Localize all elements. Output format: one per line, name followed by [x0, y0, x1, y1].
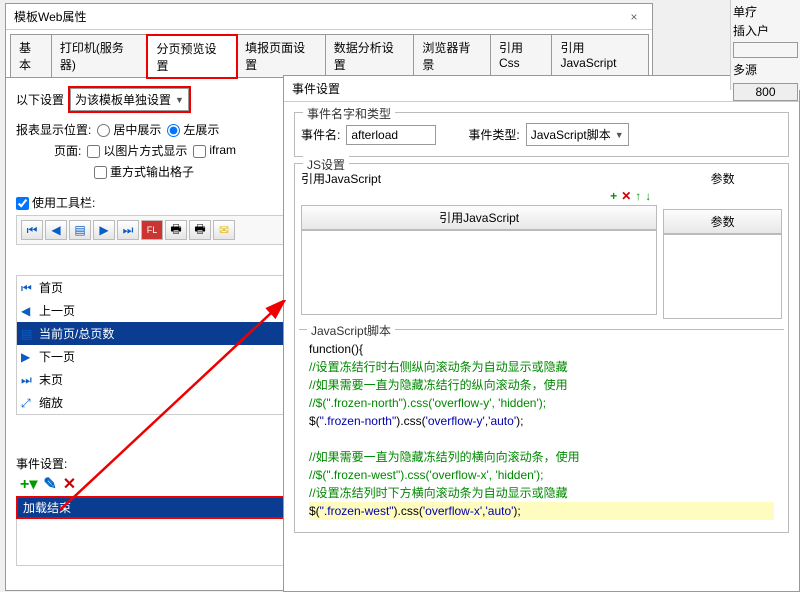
tab-data-analysis[interactable]: 数据分析设置 — [325, 34, 415, 77]
tool-flash-icon[interactable]: FL — [141, 220, 163, 240]
dropdown-value: 为该模板单独设置 — [75, 91, 171, 108]
close-icon[interactable]: × — [624, 10, 644, 24]
event-delete-icon[interactable]: ✕ — [63, 474, 76, 494]
side-panel: 单疗 插入户 多源 800 — [730, 0, 800, 90]
tab-js[interactable]: 引用JavaScript — [551, 34, 649, 77]
setting-dropdown[interactable]: 为该模板单独设置 ▼ — [70, 88, 189, 111]
dialog-title: 事件设置 — [292, 80, 340, 97]
code-editor[interactable]: function(){ //设置冻结行时右侧纵向滚动条为自动显示或隐藏 //如果… — [305, 336, 778, 524]
tab-page-preview[interactable]: 分页预览设置 — [147, 35, 237, 78]
event-add-icon[interactable]: +▾ — [20, 474, 37, 494]
event-type-dropdown[interactable]: JavaScript脚本 ▼ — [526, 123, 629, 146]
chk-image[interactable]: 以图片方式显示 — [87, 142, 187, 159]
arrow-up-icon[interactable]: ↑ — [635, 189, 641, 203]
chk-grid[interactable]: 重方式输出格子 — [94, 163, 194, 180]
tab-basic[interactable]: 基本 — [10, 34, 52, 77]
add-icon[interactable]: + — [610, 189, 617, 203]
event-name-label: 事件名: — [301, 126, 340, 143]
param-label: 参数 — [663, 170, 782, 187]
side-box — [733, 42, 798, 58]
ref-js-grid[interactable] — [301, 230, 657, 315]
arrow-down-icon[interactable]: ↓ — [645, 189, 651, 203]
remove-icon[interactable]: ✕ — [621, 189, 631, 203]
js-setting-fieldset: JS设置 引用JavaScript + ✕ ↑ ↓ 引用JavaScript 参… — [294, 163, 789, 533]
tool-print-icon[interactable]: 🖶 — [165, 220, 187, 240]
tab-browser-bg[interactable]: 浏览器背景 — [413, 34, 491, 77]
tool-print2-icon[interactable]: 🖶 — [189, 220, 211, 240]
tab-form-page[interactable]: 填报页面设置 — [236, 34, 326, 77]
titlebar: 模板Web属性 × — [6, 4, 652, 30]
ref-js-label: 引用JavaScript — [301, 170, 657, 187]
tool-first-icon[interactable]: ⏮ — [21, 220, 43, 240]
event-edit-icon[interactable]: ✎ — [43, 474, 56, 494]
event-setting-dialog: 事件设置 事件名字和类型 事件名: afterload 事件类型: JavaSc… — [283, 75, 800, 592]
event-type-label: 事件类型: — [468, 126, 519, 143]
tab-printer[interactable]: 打印机(服务器) — [51, 34, 149, 77]
radio-center[interactable]: 居中展示 — [97, 121, 161, 138]
chk-iframe[interactable]: ifram — [193, 143, 236, 157]
radio-left[interactable]: 左展示 — [167, 121, 219, 138]
report-pos-label: 报表显示位置: — [16, 121, 91, 138]
tool-page-icon[interactable]: ▤ — [69, 220, 91, 240]
name-type-fieldset: 事件名字和类型 事件名: afterload 事件类型: JavaScript脚… — [294, 112, 789, 157]
param-grid[interactable] — [663, 234, 782, 319]
ref-js-header: 引用JavaScript — [301, 205, 657, 230]
tool-next-icon[interactable]: ▶ — [93, 220, 115, 240]
side-num: 800 — [733, 83, 798, 101]
tool-mail-icon[interactable]: ✉ — [213, 220, 235, 240]
chevron-down-icon: ▼ — [175, 95, 184, 105]
dialog-title: 模板Web属性 — [14, 8, 86, 25]
legend: 事件名字和类型 — [303, 105, 395, 122]
chevron-down-icon: ▼ — [615, 130, 624, 140]
legend: JavaScript脚本 — [307, 322, 395, 339]
script-fieldset: JavaScript脚本 function(){ //设置冻结行时右侧纵向滚动条… — [299, 329, 784, 530]
legend: JS设置 — [303, 156, 349, 173]
tool-last-icon[interactable]: ⏭ — [117, 220, 139, 240]
tool-prev-icon[interactable]: ◀ — [45, 220, 67, 240]
chk-toolbar[interactable]: 使用工具栏: — [16, 194, 95, 211]
tab-css[interactable]: 引用Css — [490, 34, 552, 77]
tabs: 基本 打印机(服务器) 分页预览设置 填报页面设置 数据分析设置 浏览器背景 引… — [6, 30, 652, 78]
page-label: 页面: — [54, 142, 81, 159]
param-header: 参数 — [663, 209, 782, 234]
setting-label: 以下设置 — [16, 91, 64, 108]
event-name-input[interactable]: afterload — [346, 125, 436, 145]
titlebar: 事件设置 — [284, 76, 799, 102]
